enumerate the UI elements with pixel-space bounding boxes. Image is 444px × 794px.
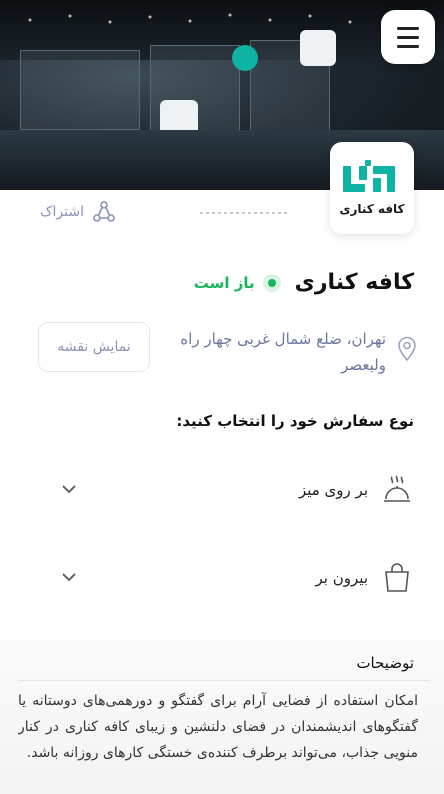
status-dot-icon xyxy=(262,273,281,292)
logo-text: کافه کناری xyxy=(339,202,405,216)
order-type-heading: نوع سفارش خود را انتخاب کنید: xyxy=(176,412,414,430)
share-icon xyxy=(93,201,115,222)
cafe-name: کافه کناری xyxy=(294,270,414,295)
dish-icon xyxy=(384,475,410,502)
title-row: کافه کناری باز است xyxy=(194,270,414,295)
share-label: اشتراک xyxy=(40,204,84,220)
address-text: تهران، ضلع شمال غربی چهار راه ولیعصر xyxy=(180,330,386,374)
status-badge: باز است xyxy=(193,273,281,292)
show-map-button[interactable]: نمایش نقشه xyxy=(38,322,150,372)
order-option-dine-in[interactable]: بر روی میز xyxy=(30,470,414,510)
order-option-takeaway[interactable]: بیرون بر xyxy=(30,558,414,598)
hero-sign xyxy=(300,30,336,66)
hero-window xyxy=(20,50,140,130)
divider xyxy=(200,212,290,214)
status-text: باز است xyxy=(193,273,255,292)
option-label: بیرون بر xyxy=(315,569,368,587)
location-pin-icon xyxy=(398,336,416,362)
shopping-bag-icon xyxy=(385,563,409,592)
chevron-down-icon xyxy=(62,485,76,494)
description-title: توضیحات xyxy=(356,654,414,672)
divider xyxy=(18,680,430,681)
share-button[interactable]: اشتراک xyxy=(40,200,116,224)
hero-lights xyxy=(28,13,392,24)
fade-overlay xyxy=(0,760,444,794)
logo-icon xyxy=(343,160,395,192)
option-label: بر روی میز xyxy=(298,481,368,499)
chevron-down-icon xyxy=(62,573,76,582)
hamburger-menu-button[interactable] xyxy=(381,10,435,64)
cafe-logo: کافه کناری xyxy=(330,142,414,234)
hamburger-menu-icon xyxy=(397,35,419,39)
hamburger-menu-icon xyxy=(397,26,419,30)
hero-sign xyxy=(232,45,258,71)
hamburger-menu-icon xyxy=(397,44,419,48)
